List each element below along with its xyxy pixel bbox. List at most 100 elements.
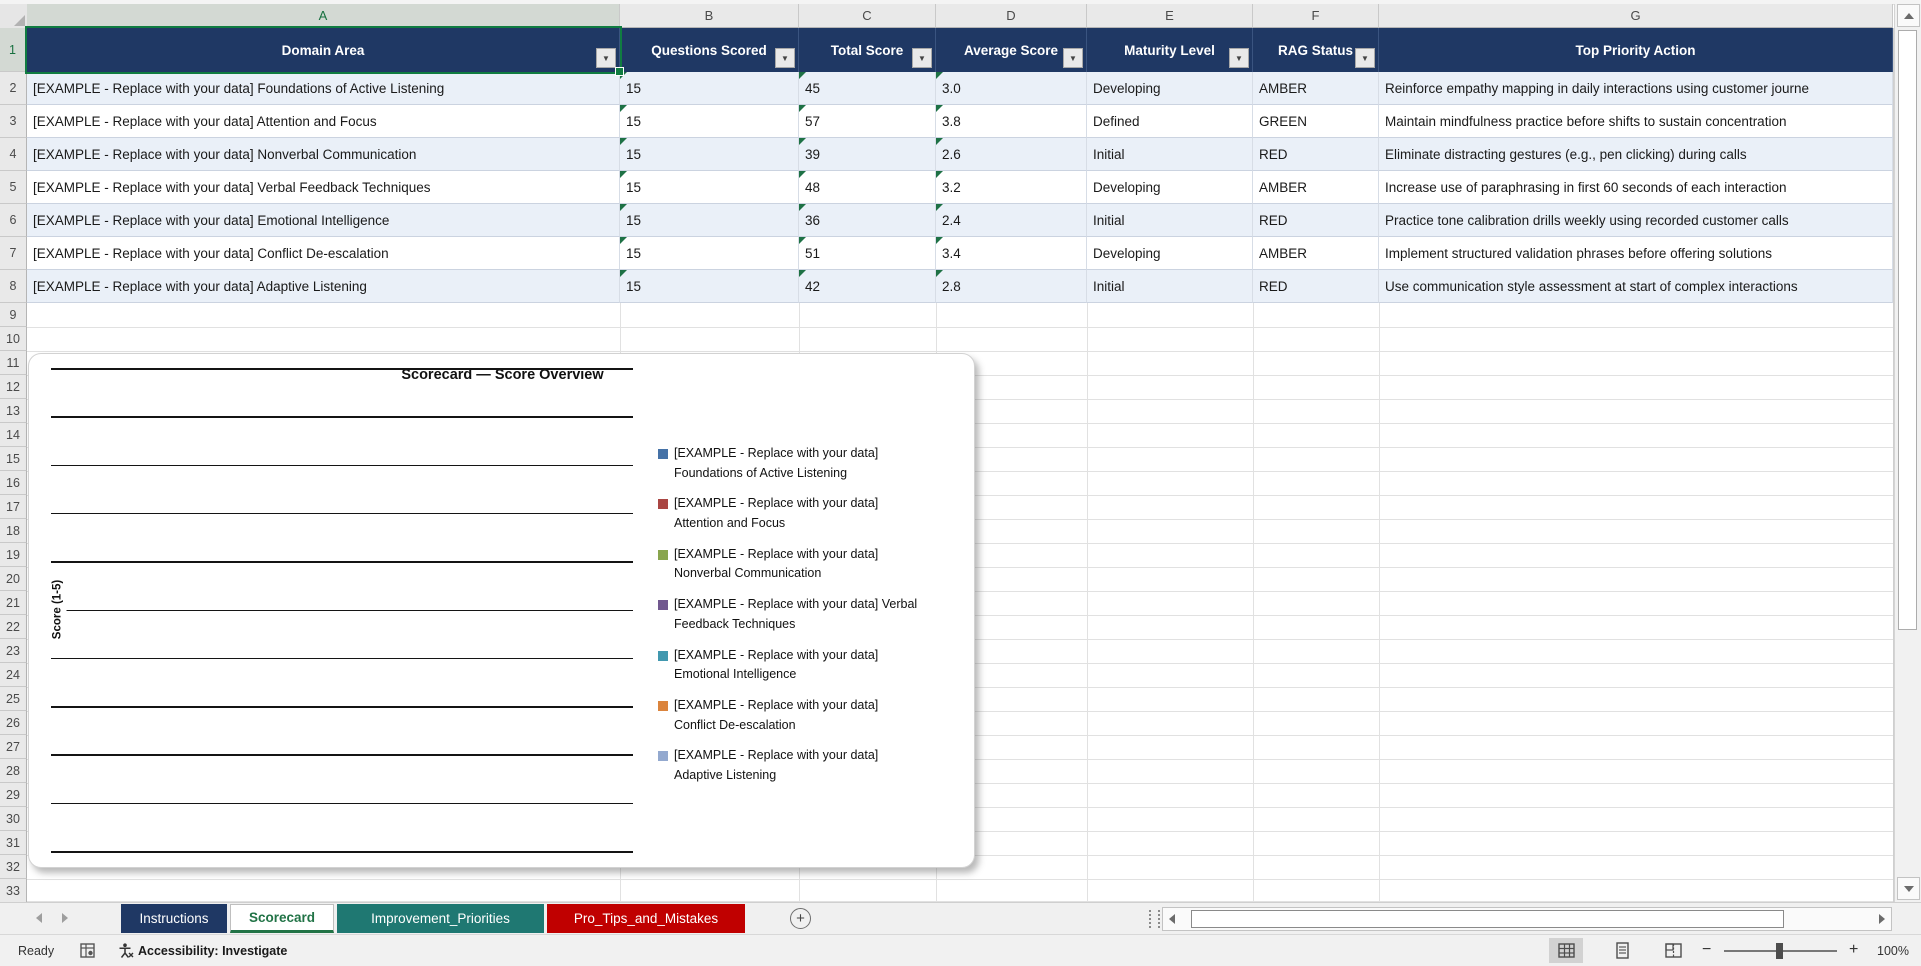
cell-total-row2[interactable]: 45 [799, 72, 936, 105]
cell-questions-row8[interactable]: 15 [620, 270, 799, 303]
tab-scroll-splitter[interactable] [1149, 910, 1160, 928]
row-header-12[interactable]: 12 [0, 375, 27, 399]
row-header-25[interactable]: 25 [0, 687, 27, 711]
row-header-10[interactable]: 10 [0, 327, 27, 351]
cell-domain-row2[interactable]: [EXAMPLE - Replace with your data] Found… [27, 72, 620, 105]
cell-action-row2[interactable]: Reinforce empathy mapping in daily inter… [1379, 72, 1893, 105]
cell-domain-row4[interactable]: [EXAMPLE - Replace with your data] Nonve… [27, 138, 620, 171]
cell-questions-row6[interactable]: 15 [620, 204, 799, 237]
row-header-19[interactable]: 19 [0, 543, 27, 567]
cell-maturity-row8[interactable]: Initial [1087, 270, 1253, 303]
cell-maturity-row4[interactable]: Initial [1087, 138, 1253, 171]
column-header-F[interactable]: F [1253, 4, 1379, 28]
row-header-15[interactable]: 15 [0, 447, 27, 471]
column-header-D[interactable]: D [936, 4, 1087, 28]
normal-view-button[interactable] [1549, 938, 1583, 963]
cell-action-row8[interactable]: Use communication style assessment at st… [1379, 270, 1893, 303]
scroll-down-button[interactable] [1897, 877, 1920, 900]
cell-maturity-row3[interactable]: Defined [1087, 105, 1253, 138]
macro-record-icon[interactable] [80, 935, 95, 966]
cell-questions-row2[interactable]: 15 [620, 72, 799, 105]
legend-entry-3[interactable]: [EXAMPLE - Replace with your data] Verba… [658, 595, 974, 634]
cell-average-row3[interactable]: 3.8 [936, 105, 1087, 138]
filter-dropdown-4[interactable]: ▼ [1229, 48, 1249, 68]
cell-rag-row7[interactable]: AMBER [1253, 237, 1379, 270]
cell-average-row4[interactable]: 2.6 [936, 138, 1087, 171]
sheet-tab-improvement_priorities[interactable]: Improvement_Priorities [337, 904, 544, 933]
zoom-slider-thumb[interactable] [1776, 943, 1783, 959]
row-header-31[interactable]: 31 [0, 831, 27, 855]
cell-domain-row7[interactable]: [EXAMPLE - Replace with your data] Confl… [27, 237, 620, 270]
row-header-17[interactable]: 17 [0, 495, 27, 519]
row-header-8[interactable]: 8 [0, 270, 27, 303]
table-header-1[interactable]: Questions Scored [620, 28, 799, 72]
cell-questions-row5[interactable]: 15 [620, 171, 799, 204]
accessibility-icon[interactable] [117, 935, 134, 966]
filter-dropdown-2[interactable]: ▼ [912, 48, 932, 68]
cell-average-row2[interactable]: 3.0 [936, 72, 1087, 105]
tab-nav-next-button[interactable] [62, 913, 68, 923]
filter-dropdown-3[interactable]: ▼ [1063, 48, 1083, 68]
cell-average-row8[interactable]: 2.8 [936, 270, 1087, 303]
cell-total-row3[interactable]: 57 [799, 105, 936, 138]
row-header-26[interactable]: 26 [0, 711, 27, 735]
cell-maturity-row7[interactable]: Developing [1087, 237, 1253, 270]
sheet-tab-pro_tips_and_mistakes[interactable]: Pro_Tips_and_Mistakes [547, 904, 745, 933]
row-header-11[interactable]: 11 [0, 351, 27, 375]
cell-total-row4[interactable]: 39 [799, 138, 936, 171]
cell-average-row5[interactable]: 3.2 [936, 171, 1087, 204]
row-header-3[interactable]: 3 [0, 105, 27, 138]
cell-domain-row6[interactable]: [EXAMPLE - Replace with your data] Emoti… [27, 204, 620, 237]
cell-maturity-row6[interactable]: Initial [1087, 204, 1253, 237]
cell-questions-row7[interactable]: 15 [620, 237, 799, 270]
table-header-6[interactable]: Top Priority Action [1379, 28, 1893, 72]
cell-domain-row8[interactable]: [EXAMPLE - Replace with your data] Adapt… [27, 270, 620, 303]
cell-action-row5[interactable]: Increase use of paraphrasing in first 60… [1379, 171, 1893, 204]
legend-entry-0[interactable]: [EXAMPLE - Replace with your data] Founda… [658, 444, 974, 483]
row-header-16[interactable]: 16 [0, 471, 27, 495]
row-header-28[interactable]: 28 [0, 759, 27, 783]
row-header-18[interactable]: 18 [0, 519, 27, 543]
column-header-E[interactable]: E [1087, 4, 1253, 28]
scroll-right-button[interactable] [1879, 914, 1885, 924]
zoom-out-button[interactable]: − [1702, 941, 1711, 959]
page-layout-view-button[interactable] [1605, 938, 1639, 963]
sheet-tab-scorecard[interactable]: Scorecard [230, 904, 334, 933]
new-sheet-button[interactable]: + [790, 908, 811, 929]
sheet-tab-instructions[interactable]: Instructions [121, 904, 227, 933]
cell-rag-row6[interactable]: RED [1253, 204, 1379, 237]
row-header-9[interactable]: 9 [0, 303, 27, 327]
scroll-left-button[interactable] [1169, 914, 1175, 924]
vertical-scroll-thumb[interactable] [1898, 30, 1917, 630]
cell-domain-row3[interactable]: [EXAMPLE - Replace with your data] Atten… [27, 105, 620, 138]
row-header-1[interactable]: 1 [0, 28, 27, 72]
cell-action-row3[interactable]: Maintain mindfulness practice before shi… [1379, 105, 1893, 138]
legend-entry-5[interactable]: [EXAMPLE - Replace with your data] Confli… [658, 696, 974, 735]
column-header-B[interactable]: B [620, 4, 799, 28]
legend-entry-4[interactable]: [EXAMPLE - Replace with your data] Emotio… [658, 646, 974, 685]
horizontal-scroll-thumb[interactable] [1191, 910, 1784, 928]
cell-average-row6[interactable]: 2.4 [936, 204, 1087, 237]
row-header-32[interactable]: 32 [0, 855, 27, 879]
row-header-4[interactable]: 4 [0, 138, 27, 171]
scroll-up-button[interactable] [1897, 4, 1920, 27]
row-header-20[interactable]: 20 [0, 567, 27, 591]
vertical-scrollbar[interactable] [1894, 4, 1921, 902]
column-header-G[interactable]: G [1379, 4, 1893, 28]
row-header-13[interactable]: 13 [0, 399, 27, 423]
row-header-5[interactable]: 5 [0, 171, 27, 204]
cell-action-row4[interactable]: Eliminate distracting gestures (e.g., pe… [1379, 138, 1893, 171]
select-all-button[interactable] [0, 4, 28, 29]
cell-rag-row2[interactable]: AMBER [1253, 72, 1379, 105]
cell-questions-row4[interactable]: 15 [620, 138, 799, 171]
row-header-7[interactable]: 7 [0, 237, 27, 270]
cell-maturity-row5[interactable]: Developing [1087, 171, 1253, 204]
score-overview-chart[interactable]: Scorecard — Score Overview Score (1-5) [… [28, 353, 975, 868]
column-header-C[interactable]: C [799, 4, 936, 28]
column-header-A[interactable]: A [27, 4, 620, 28]
row-header-6[interactable]: 6 [0, 204, 27, 237]
accessibility-status-label[interactable]: Accessibility: Investigate [138, 935, 287, 966]
cell-total-row6[interactable]: 36 [799, 204, 936, 237]
row-header-22[interactable]: 22 [0, 615, 27, 639]
row-header-24[interactable]: 24 [0, 663, 27, 687]
